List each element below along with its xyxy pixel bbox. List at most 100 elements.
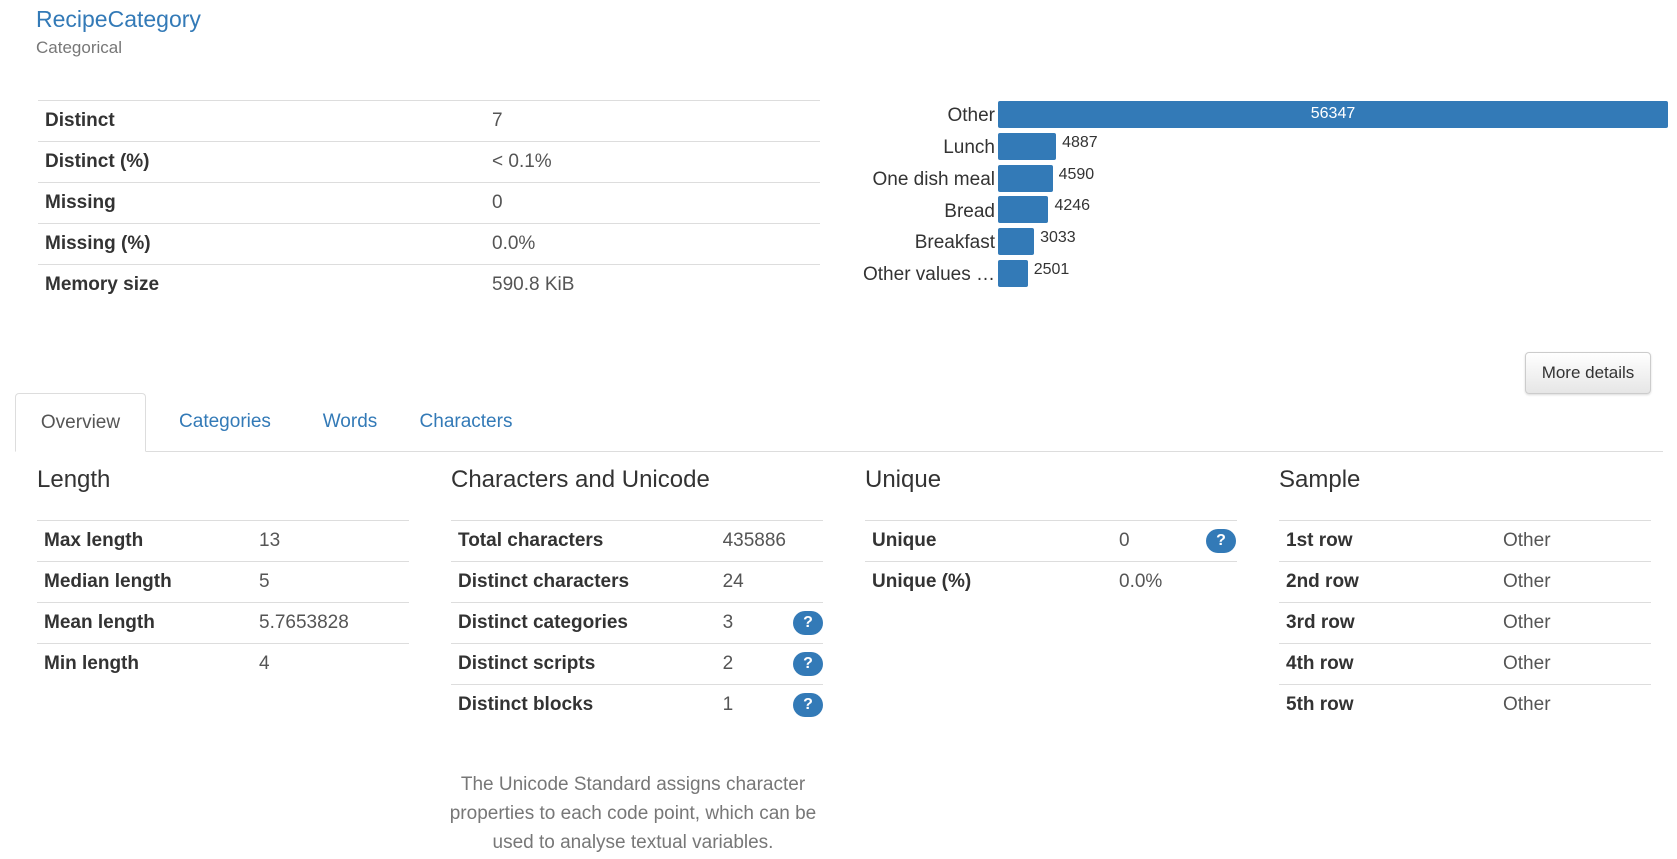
unique-value: 0.0% xyxy=(1112,561,1199,602)
stat-key: Distinct xyxy=(38,100,485,142)
stats-row: Memory size 590.8 KiB xyxy=(38,264,820,305)
stats-row: Missing 0 xyxy=(38,182,820,224)
stat-value: 590.8 KiB xyxy=(485,264,820,305)
table-row: Median length 5 xyxy=(37,561,409,603)
stat-key: Missing (%) xyxy=(38,223,485,265)
stats-row: Missing (%) 0.0% xyxy=(38,223,820,265)
table-row: Unique 0? xyxy=(865,520,1237,562)
overview-stats-table: Distinct 7 Distinct (%) < 0.1% Missing 0… xyxy=(38,100,820,305)
unique-heading: Unique xyxy=(865,466,942,493)
unicode-key: Distinct scripts xyxy=(451,643,716,685)
unique-value: 0 xyxy=(1112,520,1199,562)
freq-bar xyxy=(998,196,1049,224)
table-row: 2nd row Other xyxy=(1279,561,1651,603)
details-tabs: Overview Categories Words Characters xyxy=(15,393,1663,452)
freq-value-label: 2501 xyxy=(1033,261,1070,278)
freq-bar xyxy=(998,132,1057,160)
freq-bar xyxy=(998,260,1028,287)
unicode-heading: Characters and Unicode xyxy=(451,466,710,493)
freq-value-label: 3033 xyxy=(1040,229,1076,247)
frequency-labels: Other Lunch One dish meal Bread Breakfas… xyxy=(820,100,995,300)
table-row: Min length 4 xyxy=(37,643,409,684)
length-table: Max length 13 Median length 5 Mean length 5… xyxy=(37,520,409,684)
freq-value-label: 4590 xyxy=(1058,165,1095,183)
length-key: Mean length xyxy=(37,602,252,644)
table-row: 1st row Other xyxy=(1279,520,1651,562)
help-cell xyxy=(786,520,823,562)
unicode-key: Distinct characters xyxy=(451,561,716,603)
freq-bar xyxy=(998,228,1035,256)
stat-value: 7 xyxy=(485,100,820,142)
more-details-button[interactable]: More details xyxy=(1525,352,1651,394)
unicode-key: Total characters xyxy=(451,520,716,562)
table-row: 4th row Other xyxy=(1279,643,1651,685)
unicode-key: Distinct blocks xyxy=(451,684,716,725)
freq-category-label: Bread xyxy=(944,201,995,222)
length-value: 5 xyxy=(252,561,409,603)
tab-words[interactable]: Words xyxy=(303,393,397,451)
help-icon[interactable]: ? xyxy=(1206,529,1236,553)
sample-value: Other xyxy=(1496,643,1651,685)
unicode-value: 3 xyxy=(715,602,786,644)
stats-row: Distinct 7 xyxy=(38,100,820,142)
sample-key: 5th row xyxy=(1279,684,1496,725)
table-row: 3rd row Other xyxy=(1279,602,1651,644)
freq-category-label: Lunch xyxy=(943,137,995,158)
sample-value: Other xyxy=(1496,520,1651,562)
unicode-value: 1 xyxy=(715,684,786,725)
freq-value-label: 56347 xyxy=(1310,105,1356,122)
freq-category-label: Other xyxy=(947,105,995,126)
help-cell xyxy=(786,561,823,603)
freq-category-label: Breakfast xyxy=(914,232,995,253)
sample-key: 3rd row xyxy=(1279,602,1496,644)
help-cell: ? xyxy=(786,602,823,644)
stat-value: 0 xyxy=(485,182,820,224)
unicode-table: Total characters 435886 Distinct characte… xyxy=(451,520,823,725)
variable-name-link[interactable]: RecipeCategory xyxy=(36,6,201,33)
frequency-bar-chart: 56347 4887 4590 4246 3033 2501 xyxy=(998,101,1668,301)
freq-category-label: Other values … xyxy=(863,264,995,285)
help-cell: ? xyxy=(1199,520,1237,562)
help-cell xyxy=(1199,561,1237,602)
tab-characters[interactable]: Characters xyxy=(405,393,527,451)
unicode-value: 2 xyxy=(715,643,786,685)
stat-value: 0.0% xyxy=(485,223,820,265)
tab-overview[interactable]: Overview xyxy=(15,393,146,452)
length-key: Max length xyxy=(37,520,252,562)
stat-key: Memory size xyxy=(38,264,485,305)
help-icon[interactable]: ? xyxy=(793,652,823,676)
freq-bar xyxy=(998,164,1053,192)
unique-table: Unique 0? Unique (%) 0.0% xyxy=(865,520,1237,602)
help-icon[interactable]: ? xyxy=(793,693,823,717)
sample-value: Other xyxy=(1496,561,1651,603)
freq-category-label: One dish meal xyxy=(872,169,995,190)
length-value: 4 xyxy=(252,643,409,684)
stat-key: Distinct (%) xyxy=(38,141,485,183)
table-row: Distinct characters 24 xyxy=(451,561,823,603)
table-row: Mean length 5.7653828 xyxy=(37,602,409,644)
stats-row: Distinct (%) < 0.1% xyxy=(38,141,820,183)
help-cell: ? xyxy=(786,643,823,685)
table-row: Max length 13 xyxy=(37,520,409,562)
table-row: 5th row Other xyxy=(1279,684,1651,725)
sample-value: Other xyxy=(1496,602,1651,644)
freq-value-label: 4887 xyxy=(1062,133,1098,151)
length-value: 5.7653828 xyxy=(252,602,409,644)
unicode-value: 24 xyxy=(715,561,786,603)
unique-key: Unique (%) xyxy=(865,561,1112,602)
table-row: Distinct categories 3? xyxy=(451,602,823,644)
tab-categories[interactable]: Categories xyxy=(155,393,295,451)
help-icon[interactable]: ? xyxy=(793,611,823,635)
length-key: Median length xyxy=(37,561,252,603)
unicode-value: 435886 xyxy=(715,520,786,562)
sample-value: Other xyxy=(1496,684,1651,725)
help-cell: ? xyxy=(786,684,823,725)
sample-table: 1st row Other 2nd row Other 3rd row Other 4… xyxy=(1279,520,1651,725)
stat-value: < 0.1% xyxy=(485,141,820,183)
sample-key: 1st row xyxy=(1279,520,1496,562)
length-heading: Length xyxy=(37,466,111,493)
table-row: Distinct blocks 1? xyxy=(451,684,823,725)
unique-key: Unique xyxy=(865,520,1112,562)
variable-type-label: Categorical xyxy=(36,38,122,57)
stat-key: Missing xyxy=(38,182,485,224)
